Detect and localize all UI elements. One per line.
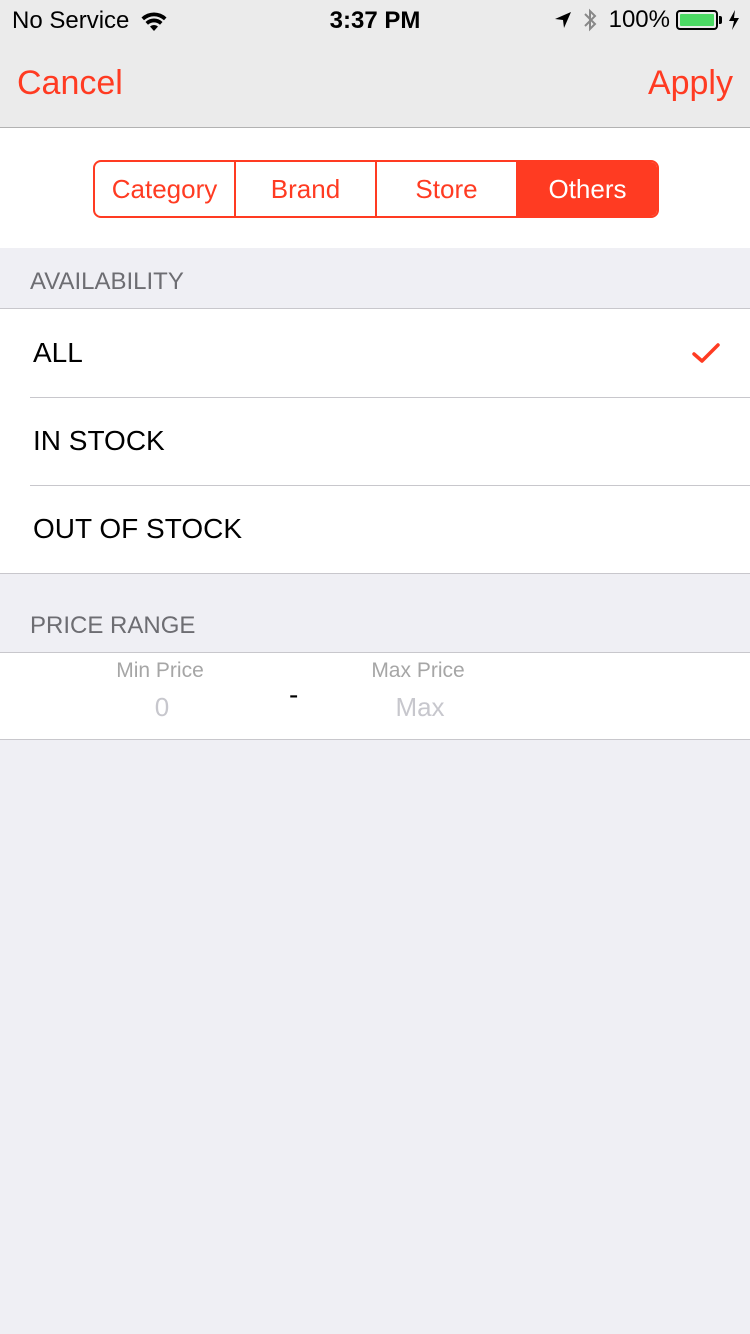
max-price-label: Max Price: [371, 659, 465, 682]
segment-others[interactable]: Others: [518, 162, 657, 216]
price-range-header: PRICE RANGE: [30, 612, 196, 639]
battery-fill: [680, 14, 714, 26]
battery-percent: 100%: [608, 6, 670, 33]
option-label: IN STOCK: [33, 425, 165, 456]
max-price-input[interactable]: [318, 691, 522, 724]
price-range-row: Min Price - Max Price: [0, 653, 750, 739]
min-price-input[interactable]: [60, 691, 264, 724]
min-price-column: Min Price: [60, 659, 264, 724]
segment-brand[interactable]: Brand: [236, 162, 377, 216]
cancel-button[interactable]: Cancel: [17, 64, 123, 103]
availability-option-in-stock[interactable]: IN STOCK: [0, 397, 750, 485]
availability-list: ALL IN STOCK OUT OF STOCK: [0, 308, 750, 574]
status-right: 100%: [553, 6, 740, 34]
segment-store[interactable]: Store: [377, 162, 518, 216]
segment-category[interactable]: Category: [95, 162, 236, 216]
navigation-bar: Cancel Apply: [0, 40, 750, 128]
max-price-column: Max Price: [318, 659, 522, 724]
battery-icon: [676, 10, 718, 30]
location-arrow-icon: [553, 10, 573, 30]
option-label: OUT OF STOCK: [33, 513, 242, 544]
min-price-label: Min Price: [116, 659, 204, 682]
bluetooth-icon: [583, 8, 597, 32]
availability-header: AVAILABILITY: [30, 268, 184, 295]
status-bar: No Service 3:37 PM 100%: [0, 0, 750, 40]
availability-option-out-of-stock[interactable]: OUT OF STOCK: [0, 485, 750, 573]
charging-bolt-icon: [728, 9, 740, 31]
option-label: ALL: [33, 337, 83, 368]
filter-segmented-control: Category Brand Store Others: [93, 160, 659, 218]
price-range-panel: Min Price - Max Price: [0, 652, 750, 740]
price-separator: -: [289, 679, 299, 710]
filter-tabs-area: Category Brand Store Others: [0, 128, 750, 248]
availability-option-all[interactable]: ALL: [0, 309, 750, 397]
battery-cap: [719, 16, 722, 24]
checkmark-icon: [692, 339, 720, 371]
apply-button[interactable]: Apply: [648, 64, 733, 103]
